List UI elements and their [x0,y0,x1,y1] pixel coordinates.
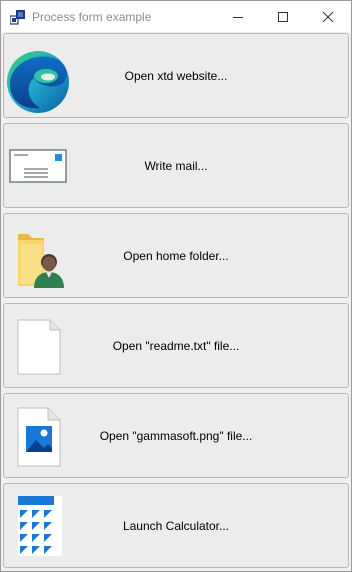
open-image-label: Open "gammasoft.png" file... [99,428,253,443]
write-mail-label: Write mail... [144,158,208,173]
maximize-icon [278,11,288,22]
write-mail-button[interactable]: Write mail... [3,123,349,208]
minimize-button[interactable] [215,1,261,32]
open-image-button[interactable]: Open "gammasoft.png" file... [3,393,349,478]
launch-calculator-label: Launch Calculator... [122,518,230,533]
maximize-button[interactable] [260,1,306,32]
close-button[interactable] [305,1,351,32]
minimize-icon [233,16,243,18]
app-window-icon [10,10,25,25]
open-readme-button[interactable]: Open "readme.txt" file... [3,303,349,388]
title-bar[interactable]: Process form example [1,1,351,32]
process-form-window: Process form example Open xtd website...… [0,0,352,572]
open-readme-label: Open "readme.txt" file... [112,338,240,353]
window-title: Process form example [32,10,152,24]
open-website-button[interactable]: Open xtd website... [3,33,349,118]
open-home-folder-label: Open home folder... [123,248,229,263]
open-website-label: Open xtd website... [124,68,228,83]
launch-calculator-button[interactable]: Launch Calculator... [3,483,349,568]
open-home-folder-button[interactable]: Open home folder... [3,213,349,298]
close-icon [322,11,334,22]
